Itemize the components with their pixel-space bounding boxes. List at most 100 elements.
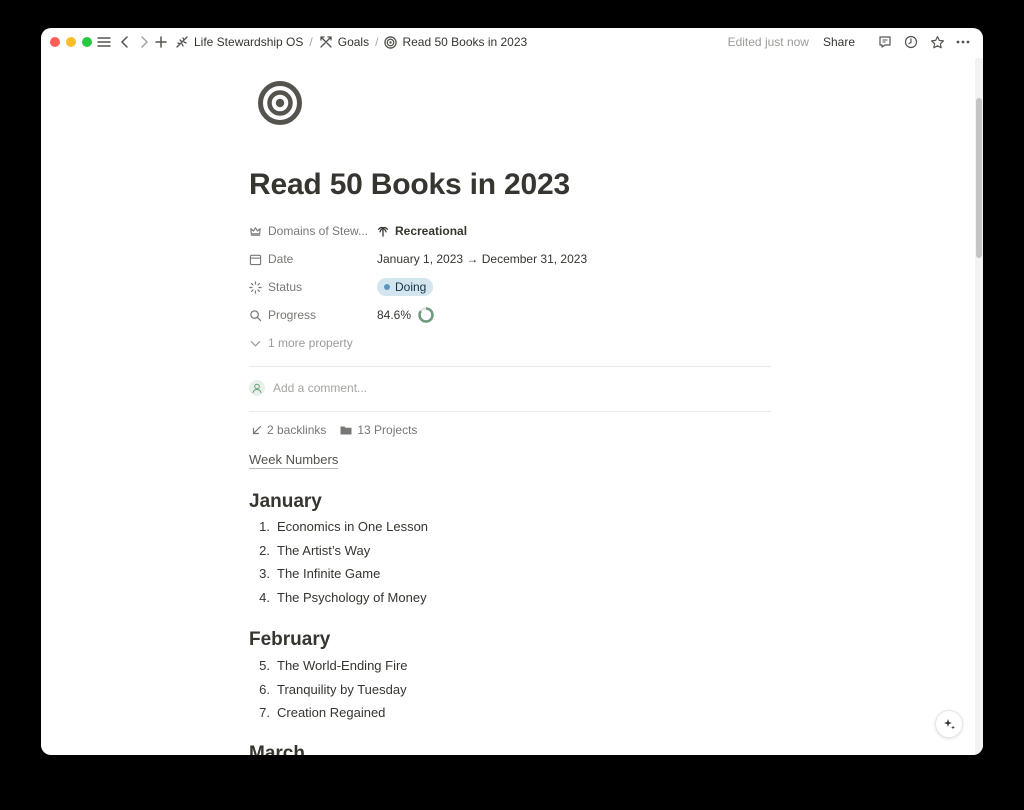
month-heading-february[interactable]: February (249, 629, 330, 651)
more-properties-toggle[interactable]: 1 more property (249, 329, 771, 357)
breadcrumb-separator: / (375, 35, 379, 49)
list-number: 3. (259, 566, 270, 582)
property-progress[interactable]: Progress 84.6% (249, 301, 771, 329)
progress-value: 84.6% (377, 308, 412, 322)
comment-input[interactable]: Add a comment... (249, 380, 367, 396)
book-title: The Infinite Game (277, 566, 381, 582)
property-value: Recreational (377, 224, 467, 238)
page-icon[interactable] (257, 80, 317, 140)
book-title: The World-Ending Fire (277, 658, 408, 674)
properties-panel: Domains of Stew... Recreational Date Jan… (249, 217, 771, 357)
breadcrumb-label: Read 50 Books in 2023 (402, 35, 528, 49)
projects-button[interactable]: 13 Projects (340, 423, 417, 437)
more-properties-label: 1 more property (268, 336, 353, 350)
property-label: Progress (249, 308, 377, 322)
page-title[interactable]: Read 50 Books in 2023 (249, 168, 570, 202)
sparkle-icon (944, 719, 955, 730)
property-status[interactable]: Status Doing (249, 273, 771, 301)
divider (249, 366, 771, 367)
divider (249, 411, 771, 412)
breadcrumb-label: Goals (337, 35, 370, 49)
date-value: January 1, 2023 → December 31, 2023 (377, 252, 588, 266)
palm-tree-icon (378, 226, 388, 237)
list-number: 4. (259, 590, 270, 606)
list-item[interactable]: 7. Creation Regained (249, 701, 408, 725)
back-icon[interactable] (117, 34, 133, 50)
property-value: 84.6% (377, 306, 435, 324)
zoom-window-button[interactable] (82, 37, 92, 47)
list-item[interactable]: 5. The World-Ending Fire (249, 654, 408, 678)
property-label: 1 more property (249, 336, 353, 350)
ai-assistant-button[interactable] (935, 710, 963, 738)
target-icon (384, 35, 398, 49)
breadcrumb-goals[interactable]: Goals (319, 35, 369, 49)
favorite-star-icon[interactable] (929, 34, 945, 50)
list-number: 6. (259, 681, 270, 697)
list-item[interactable]: 4. The Psychology of Money (249, 586, 428, 610)
list-item[interactable]: 1. Economics in One Lesson (249, 515, 428, 539)
quill-icon (176, 36, 188, 48)
domains-label: Domains of Stew... (268, 224, 369, 238)
forward-icon[interactable] (136, 34, 152, 50)
notion-window: Life Stewardship OS / Goals / Read 50 Bo… (41, 28, 983, 755)
book-title: Tranquility by Tuesday (277, 681, 407, 697)
property-domains[interactable]: Domains of Stew... Recreational (249, 217, 771, 245)
page-links: 2 backlinks 13 Projects (252, 423, 425, 437)
status-badge[interactable]: Doing (377, 278, 434, 296)
comments-icon[interactable] (877, 34, 893, 50)
new-page-icon[interactable] (153, 34, 169, 50)
week-numbers-link[interactable]: Week Numbers (249, 452, 339, 469)
book-title: The Psychology of Money (277, 590, 427, 606)
comment-placeholder: Add a comment... (273, 381, 368, 395)
january-book-list: 1. Economics in One Lesson 2. The Artist’s… (249, 515, 428, 609)
scrollbar-thumb[interactable] (976, 98, 982, 258)
progress-label: Progress (268, 308, 317, 322)
breadcrumb-life-stewardship-os[interactable]: Life Stewardship OS (175, 35, 303, 49)
target-icon (258, 81, 302, 125)
date-label: Date (268, 252, 294, 266)
list-number: 2. (259, 542, 270, 558)
more-options-icon[interactable] (955, 34, 971, 50)
scrollbar[interactable] (975, 58, 983, 755)
list-number: 1. (259, 519, 270, 535)
backlink-arrow-icon (252, 425, 262, 435)
list-number: 7. (259, 705, 270, 721)
backlinks-label: 2 backlinks (267, 423, 327, 437)
top-bar: Life Stewardship OS / Goals / Read 50 Bo… (41, 28, 983, 56)
month-heading-march[interactable]: March (249, 743, 305, 755)
backlinks-button[interactable]: 2 backlinks (252, 423, 326, 437)
list-number: 5. (259, 658, 270, 674)
list-item[interactable]: 6. Tranquility by Tuesday (249, 678, 408, 702)
property-value: January 1, 2023 → December 31, 2023 (377, 252, 587, 266)
search-icon (250, 309, 262, 321)
status-value: Doing (395, 280, 427, 294)
chevron-down-icon (250, 340, 261, 347)
share-button[interactable]: Share (823, 35, 855, 49)
breadcrumb-current-page[interactable]: Read 50 Books in 2023 (384, 35, 527, 49)
breadcrumb: Life Stewardship OS / Goals / Read 50 Bo… (175, 34, 527, 50)
property-label: Domains of Stew... (249, 224, 377, 238)
list-item[interactable]: 2. The Artist’s Way (249, 539, 428, 563)
history-clock-icon[interactable] (903, 34, 919, 50)
projects-label: 13 Projects (357, 423, 418, 437)
book-title: The Artist’s Way (277, 542, 371, 558)
list-item[interactable]: 3. The Infinite Game (249, 562, 428, 586)
property-date[interactable]: Date January 1, 2023 → December 31, 2023 (249, 245, 771, 273)
window-controls (50, 37, 92, 47)
month-heading-january[interactable]: January (249, 491, 322, 513)
property-value: Doing (377, 278, 434, 296)
property-label: Status (249, 280, 377, 294)
crown-icon (250, 226, 261, 236)
minimize-window-button[interactable] (66, 37, 76, 47)
status-label: Status (268, 280, 303, 294)
top-bar-actions: Edited just now Share (728, 33, 971, 51)
edited-status: Edited just now (727, 35, 809, 49)
domains-value: Recreational (395, 224, 468, 238)
close-window-button[interactable] (50, 37, 60, 47)
avatar (249, 380, 265, 396)
breadcrumb-label: Life Stewardship OS (194, 35, 304, 49)
status-spinner-icon (249, 280, 262, 294)
book-title: Creation Regained (277, 705, 386, 721)
menu-icon[interactable] (96, 34, 112, 50)
book-title: Economics in One Lesson (277, 519, 429, 535)
